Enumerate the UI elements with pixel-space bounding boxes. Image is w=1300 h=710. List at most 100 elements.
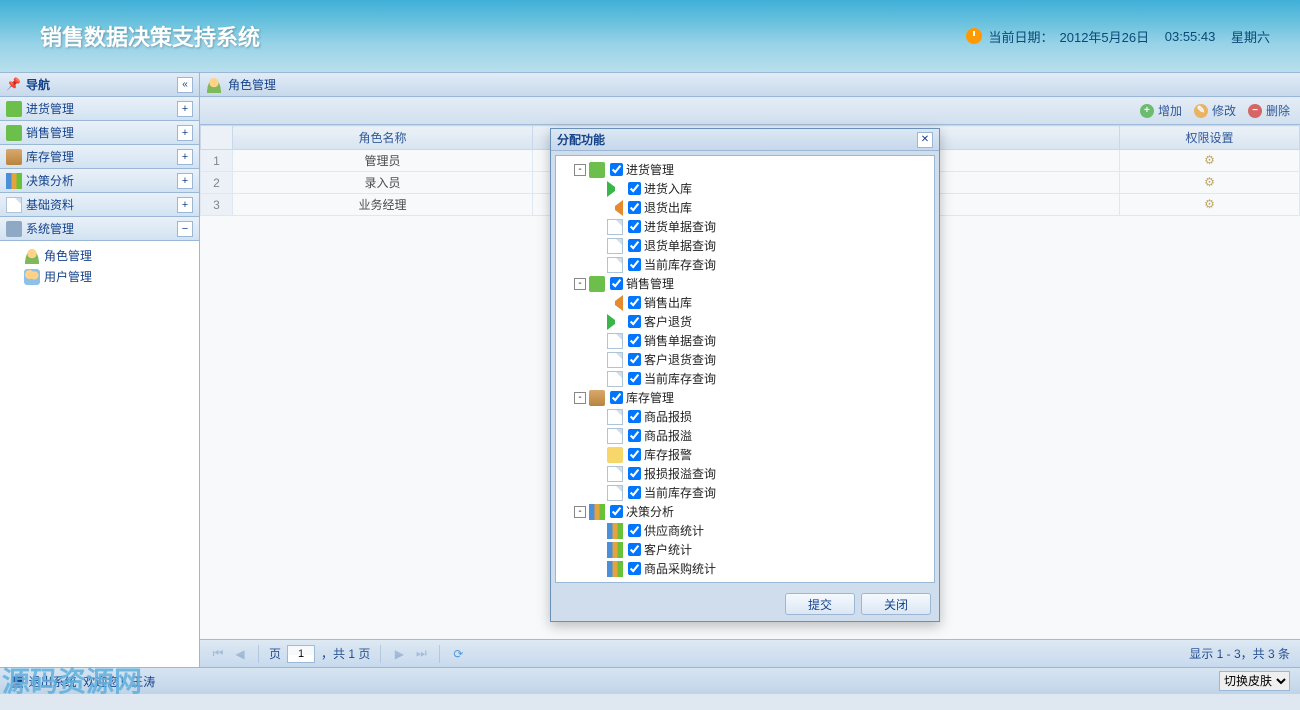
tree-checkbox[interactable] — [628, 296, 641, 309]
tree-checkbox[interactable] — [628, 220, 641, 233]
tree-checkbox[interactable] — [628, 258, 641, 271]
tree-node[interactable]: -决策分析 — [556, 502, 934, 521]
chart-icon — [607, 523, 623, 539]
tree-label: 退货单据查询 — [644, 237, 716, 254]
doc-icon — [607, 428, 623, 444]
submit-button[interactable]: 提交 — [785, 593, 855, 615]
expand-icon[interactable]: - — [574, 278, 586, 290]
tree-node[interactable]: - 库存管理 — [556, 388, 934, 407]
tree-node[interactable]: 进货单据查询 — [556, 217, 934, 236]
collapse-icon[interactable]: − — [177, 221, 193, 237]
tree-label: 库存报警 — [644, 446, 692, 463]
status-bar: 🖥 退出系统 欢迎您！王涛 切换皮肤 — [0, 667, 1300, 694]
tree-node[interactable]: 当前库存查询 — [556, 369, 934, 388]
tree-label: 当前库存查询 — [644, 370, 716, 387]
dialog-header[interactable]: 分配功能 ✕ — [551, 129, 939, 151]
module-icon — [6, 101, 22, 117]
tree-node[interactable]: 退货单据查询 — [556, 236, 934, 255]
tree-checkbox[interactable] — [628, 429, 641, 442]
tree-checkbox[interactable] — [628, 486, 641, 499]
tree-label: 客户统计 — [644, 541, 692, 558]
sidebar-item-decision[interactable]: 决策分析 + — [0, 169, 199, 193]
tree-checkbox[interactable] — [610, 505, 623, 518]
tree-label: 商品采购统计 — [644, 560, 716, 577]
tree-checkbox[interactable] — [628, 315, 641, 328]
tree-node[interactable]: 商品采购统计 — [556, 559, 934, 578]
sidebar-item-sales[interactable]: 销售管理 + — [0, 121, 199, 145]
chart-icon — [589, 504, 605, 520]
warn-icon — [607, 447, 623, 463]
expand-icon[interactable]: + — [177, 125, 193, 141]
tree-checkbox[interactable] — [628, 562, 641, 575]
module-icon — [6, 149, 22, 165]
tree-node-user[interactable]: 用户管理 — [0, 266, 199, 287]
tree-node[interactable]: 退货出库 — [556, 198, 934, 217]
sidebar-item-purchase[interactable]: 进货管理 + — [0, 97, 199, 121]
tree-node[interactable]: 商品报溢 — [556, 426, 934, 445]
tree-node[interactable]: 库存报警 — [556, 445, 934, 464]
close-icon[interactable]: ✕ — [917, 132, 933, 148]
tree-checkbox[interactable] — [610, 163, 623, 176]
tree-checkbox[interactable] — [628, 239, 641, 252]
tree-checkbox[interactable] — [628, 353, 641, 366]
tree-checkbox[interactable] — [610, 391, 623, 404]
app-title: 销售数据决策支持系统 — [40, 20, 260, 52]
tree-node[interactable]: 供应商统计 — [556, 521, 934, 540]
tree-checkbox[interactable] — [628, 201, 641, 214]
expand-icon[interactable]: - — [574, 164, 586, 176]
tree-node-role[interactable]: 角色管理 — [0, 245, 199, 266]
tree-node[interactable]: 销售出库 — [556, 293, 934, 312]
expand-icon[interactable]: + — [177, 173, 193, 189]
exit-button[interactable]: 🖥 退出系统 — [10, 673, 77, 690]
collapse-button[interactable]: « — [177, 77, 193, 93]
chart-icon — [607, 542, 623, 558]
dialog-body: -进货管理进货入库退货出库进货单据查询退货单据查询当前库存查询-销售管理销售出库… — [555, 155, 935, 583]
tree-checkbox[interactable] — [628, 410, 641, 423]
tree-label: 退货出库 — [644, 199, 692, 216]
tree-node[interactable]: 当前库存查询 — [556, 483, 934, 502]
tree-checkbox[interactable] — [628, 182, 641, 195]
close-button[interactable]: 关闭 — [861, 593, 931, 615]
doc-icon — [607, 257, 623, 273]
expand-icon[interactable]: - — [574, 392, 586, 404]
expand-icon[interactable]: - — [574, 506, 586, 518]
tree-node[interactable]: 报损报溢查询 — [556, 464, 934, 483]
doc-icon — [607, 409, 623, 425]
tree-node[interactable]: 客户退货 — [556, 312, 934, 331]
tree-label: 商品报损 — [644, 408, 692, 425]
tree-label: 销售单据查询 — [644, 332, 716, 349]
tree-checkbox[interactable] — [628, 524, 641, 537]
tree-label: 供应商统计 — [644, 522, 704, 539]
tree-checkbox[interactable] — [628, 467, 641, 480]
tree-checkbox[interactable] — [628, 372, 641, 385]
box-icon — [589, 390, 605, 406]
tree-label: 商品报溢 — [644, 427, 692, 444]
sidebar-item-system[interactable]: 系统管理 − — [0, 217, 199, 241]
tree-checkbox[interactable] — [628, 448, 641, 461]
expand-icon[interactable]: + — [177, 149, 193, 165]
tree-node[interactable]: 客户退货查询 — [556, 350, 934, 369]
tree-label: 客户退货 — [644, 313, 692, 330]
tree-node[interactable]: 客户统计 — [556, 540, 934, 559]
green-icon — [589, 162, 605, 178]
skin-select[interactable]: 切换皮肤 — [1219, 671, 1290, 691]
tree-node[interactable]: 进货入库 — [556, 179, 934, 198]
tree-checkbox[interactable] — [628, 543, 641, 556]
module-icon — [6, 125, 22, 141]
sidebar-item-stock[interactable]: 库存管理 + — [0, 145, 199, 169]
sidebar-item-basic[interactable]: 基础资料 + — [0, 193, 199, 217]
tree-checkbox[interactable] — [628, 334, 641, 347]
tree-node[interactable]: -进货管理 — [556, 160, 934, 179]
module-icon — [6, 221, 22, 237]
tree-checkbox[interactable] — [610, 277, 623, 290]
tree-node[interactable]: 商品报损 — [556, 407, 934, 426]
tree-label: 库存管理 — [626, 389, 674, 406]
tree-node[interactable]: 当前库存查询 — [556, 255, 934, 274]
arr-r-icon — [607, 314, 623, 330]
expand-icon[interactable]: + — [177, 101, 193, 117]
tree-node[interactable]: -销售管理 — [556, 274, 934, 293]
tree-label: 当前库存查询 — [644, 484, 716, 501]
expand-icon[interactable]: + — [177, 197, 193, 213]
tree-node[interactable]: 销售单据查询 — [556, 331, 934, 350]
sidebar: 📌 导航 « 进货管理 + 销售管理 + 库存管理 + 决策分析 + 基础资料 … — [0, 73, 200, 667]
